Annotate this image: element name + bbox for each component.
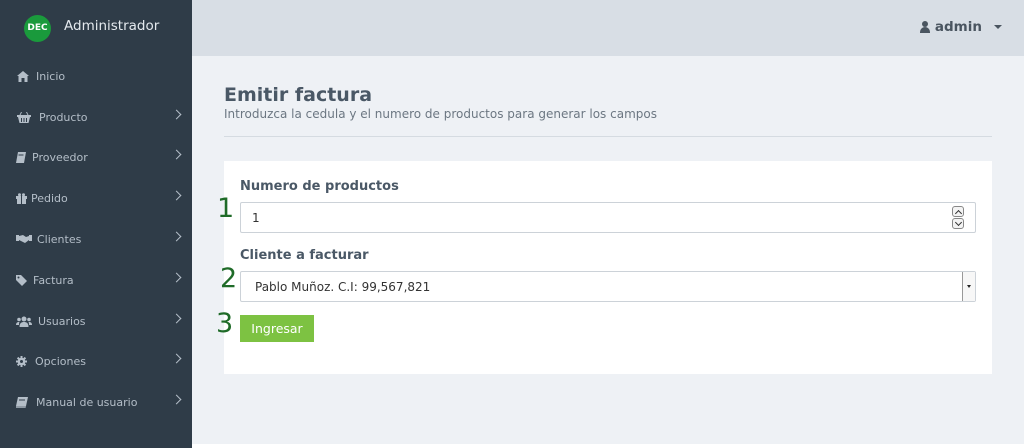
client-selected: Pablo Muñoz. C.I: 99,567,821 [255, 279, 431, 294]
manual-book-icon [16, 396, 28, 408]
user-icon [919, 21, 930, 33]
quantity-input[interactable]: 1 [240, 202, 976, 233]
stepper-up-icon[interactable] [952, 206, 964, 217]
tag-icon [16, 274, 27, 286]
submit-button[interactable]: Ingresar [240, 315, 314, 342]
caret-down-icon [994, 25, 1002, 29]
chevron-right-icon [171, 231, 182, 242]
basket-icon [17, 111, 31, 123]
sidebar-item-factura[interactable]: Factura [0, 260, 192, 300]
user-menu[interactable]: admin [919, 19, 1002, 35]
invoice-form-card: Numero de productos 1 Cliente a facturar… [224, 161, 992, 374]
chevron-right-icon [171, 149, 182, 160]
step-marker-2: 2 [220, 263, 238, 294]
chevron-right-icon [171, 190, 182, 201]
sidebar: DEC Administrador Inicio Producto Provee… [0, 0, 192, 448]
users-icon [16, 315, 32, 327]
sidebar-item-opciones[interactable]: Opciones [0, 341, 192, 381]
chevron-right-icon [171, 394, 182, 405]
user-name: admin [934, 19, 982, 35]
sidebar-item-label: Manual de usuario [36, 395, 138, 409]
sidebar-item-producto[interactable]: Producto [0, 97, 192, 137]
sidebar-item-manual[interactable]: Manual de usuario [0, 382, 192, 422]
step-marker-3: 3 [216, 308, 234, 339]
client-select[interactable]: Pablo Muñoz. C.I: 99,567,821 [240, 271, 976, 302]
main-content: Emitir factura Introduzca la cedula y el… [192, 56, 1024, 444]
handshake-icon [16, 233, 32, 245]
sidebar-item-usuarios[interactable]: Usuarios [0, 301, 192, 341]
topbar: admin [192, 0, 1024, 56]
brand-title: Administrador [64, 17, 160, 34]
step-marker-1: 1 [217, 193, 235, 224]
sidebar-item-pedido[interactable]: Pedido [0, 178, 192, 218]
sidebar-item-label: Proveedor [32, 150, 88, 164]
client-label: Cliente a facturar [240, 248, 369, 263]
sidebar-item-label: Usuarios [38, 314, 86, 328]
page-title: Emitir factura [224, 84, 373, 106]
logo: DEC [24, 14, 51, 42]
quantity-stepper[interactable] [952, 206, 964, 230]
dropdown-arrow-icon[interactable] [962, 272, 975, 301]
book-icon [16, 151, 26, 163]
chevron-right-icon [171, 353, 182, 364]
quantity-label: Numero de productos [240, 179, 399, 194]
sidebar-item-label: Producto [39, 110, 88, 124]
chevron-right-icon [171, 272, 182, 283]
sidebar-item-label: Inicio [36, 69, 66, 83]
sidebar-item-label: Factura [33, 273, 74, 287]
sidebar-item-clientes[interactable]: Clientes [0, 219, 192, 259]
quantity-value: 1 [252, 210, 260, 225]
sidebar-item-proveedor[interactable]: Proveedor [0, 137, 192, 177]
sidebar-item-label: Opciones [35, 354, 86, 368]
chevron-right-icon [171, 109, 182, 120]
gear-icon [16, 355, 27, 367]
gift-icon [16, 192, 27, 204]
brand[interactable]: DEC Administrador [0, 0, 192, 56]
chevron-right-icon [171, 313, 182, 324]
page-subtitle: Introduzca la cedula y el numero de prod… [224, 107, 657, 121]
sidebar-item-label: Clientes [37, 232, 82, 246]
sidebar-item-label: Pedido [31, 191, 68, 205]
sidebar-item-inicio[interactable]: Inicio [0, 56, 192, 96]
stepper-down-icon[interactable] [952, 218, 964, 229]
home-icon [16, 70, 30, 82]
divider [224, 136, 992, 137]
